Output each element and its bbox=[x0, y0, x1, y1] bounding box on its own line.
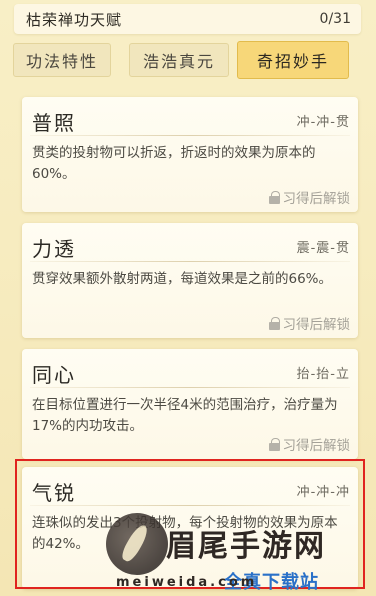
tab-technique-traits[interactable]: 功法特性 bbox=[13, 43, 111, 77]
talent-card-tongxin[interactable]: 同心 抬-抬-立 在目标位置进行一次半径4米的范围治疗，治疗量为17%的内功攻击… bbox=[22, 349, 358, 459]
talent-tree-title: 枯荣禅功天赋 bbox=[26, 10, 123, 29]
talent-combo: 冲-冲-贯 bbox=[296, 115, 350, 130]
talent-name: 同心 bbox=[32, 363, 76, 387]
lock-icon bbox=[268, 316, 280, 330]
talent-combo: 抬-抬-立 bbox=[296, 367, 350, 382]
talent-description: 贯穿效果额外散射两道，每道效果是之前的66%。 bbox=[32, 271, 333, 287]
card-divider bbox=[30, 387, 350, 388]
talent-name: 气锐 bbox=[32, 481, 76, 505]
lock-label: 习得后解锁 bbox=[282, 317, 351, 333]
talent-card-qirui[interactable]: 气锐 冲-冲-冲 连珠似的发出3个投射物，每个投射物的效果为原本的42%。 bbox=[22, 467, 358, 589]
talent-combo: 冲-冲-冲 bbox=[296, 485, 350, 500]
talent-card-puzhao[interactable]: 普照 冲-冲-贯 贯类的投射物可以折返，折返时的效果为原本的60%。 习得后解锁 bbox=[22, 97, 358, 212]
card-divider bbox=[30, 135, 350, 136]
talent-card-litou[interactable]: 力透 震-震-贯 贯穿效果额外散射两道，每道效果是之前的66%。 习得后解锁 bbox=[22, 223, 358, 338]
tab-vast-true-essence[interactable]: 浩浩真元 bbox=[129, 43, 229, 77]
talent-name: 普照 bbox=[32, 111, 76, 135]
talent-description: 在目标位置进行一次半径4米的范围治疗，治疗量为17%的内功攻击。 bbox=[32, 397, 338, 434]
talent-tabs: 功法特性 浩浩真元 奇招妙手 bbox=[13, 41, 363, 79]
card-divider bbox=[30, 505, 350, 506]
tab-clever-moves[interactable]: 奇招妙手 bbox=[237, 41, 349, 79]
lock-status: 习得后解锁 bbox=[268, 187, 351, 207]
lock-icon bbox=[268, 437, 280, 451]
lock-status: 习得后解锁 bbox=[268, 313, 351, 333]
lock-label: 习得后解锁 bbox=[282, 191, 351, 207]
lock-icon bbox=[268, 190, 280, 204]
talent-combo: 震-震-贯 bbox=[296, 241, 350, 256]
talent-description: 贯类的投射物可以折返，折返时的效果为原本的60%。 bbox=[32, 145, 316, 182]
talent-header: 枯荣禅功天赋 0/31 bbox=[14, 4, 361, 34]
lock-label: 习得后解锁 bbox=[282, 438, 351, 454]
card-divider bbox=[30, 261, 350, 262]
talent-name: 力透 bbox=[32, 237, 76, 261]
talent-points-count: 0/31 bbox=[319, 11, 351, 27]
talent-description: 连珠似的发出3个投射物，每个投射物的效果为原本的42%。 bbox=[32, 515, 338, 552]
lock-status: 习得后解锁 bbox=[268, 434, 351, 454]
